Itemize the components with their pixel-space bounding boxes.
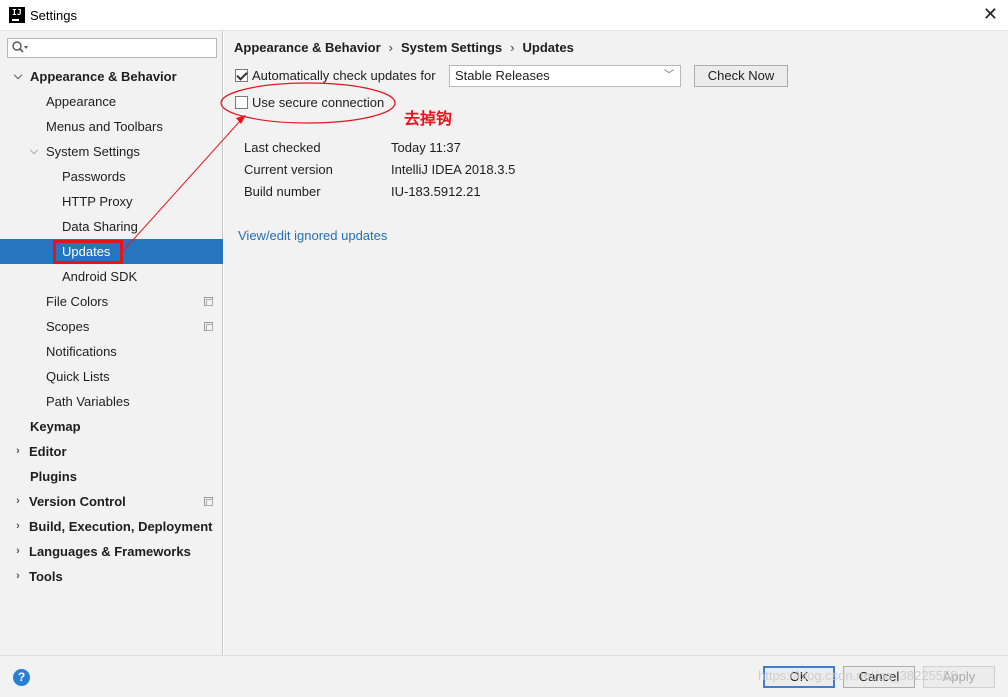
sidebar-item-system-settings[interactable]: ⌵ System Settings (0, 139, 223, 164)
last-checked-label: Last checked (244, 140, 321, 155)
sidebar-item-label: Build, Execution, Deployment (29, 519, 213, 534)
sidebar-item-label: Passwords (62, 169, 126, 184)
sidebar-item-label: Data Sharing (62, 219, 138, 234)
sidebar-item-scopes[interactable]: Scopes (0, 314, 223, 339)
sidebar-item-label: Keymap (30, 419, 81, 434)
sidebar-item-path-variables[interactable]: Path Variables (0, 389, 223, 414)
build-number-label: Build number (244, 184, 321, 199)
sidebar-item-label: Tools (29, 569, 63, 584)
intellij-logo-icon: IJ (9, 7, 25, 23)
chevron-down-icon: ﹀ (664, 70, 674, 81)
sidebar-item-menus-and-toolbars[interactable]: Menus and Toolbars (0, 114, 223, 139)
last-checked-value: Today 11:37 (391, 140, 461, 155)
auto-check-checkbox[interactable] (235, 69, 248, 82)
breadcrumb-item: Updates (522, 40, 574, 55)
auto-check-label: Automatically check updates for (252, 68, 436, 83)
sidebar-item-label: File Colors (46, 294, 109, 309)
project-level-icon (204, 497, 213, 506)
sidebar-item-keymap[interactable]: Keymap (0, 414, 223, 439)
settings-search-input[interactable] (7, 38, 217, 58)
sidebar-item-android-sdk[interactable]: Android SDK (0, 264, 223, 289)
sidebar-item-label: HTTP Proxy (62, 194, 133, 209)
sidebar-item-passwords[interactable]: Passwords (0, 164, 223, 189)
breadcrumb: Appearance & Behavior › System Settings › Up… (234, 40, 574, 55)
sidebar-item-http-proxy[interactable]: HTTP Proxy (0, 189, 223, 214)
annotation-text: 去掉钩 (404, 109, 453, 128)
settings-tree: ⌵ Appearance & Behavior Appearance Menus an… (0, 64, 223, 589)
chevron-down-icon[interactable]: ⌵ (12, 64, 24, 89)
view-ignored-updates-link[interactable]: View/edit ignored updates (238, 228, 387, 243)
sidebar-item-editor[interactable]: › Editor (0, 439, 223, 464)
chevron-down-icon[interactable]: ⌵ (28, 139, 40, 164)
chevron-right-icon[interactable]: › (12, 439, 24, 464)
secure-connection-label: Use secure connection (252, 95, 385, 110)
project-level-icon (204, 297, 213, 306)
current-version-value: IntelliJ IDEA 2018.3.5 (391, 162, 516, 177)
chevron-right-icon[interactable]: › (12, 539, 24, 564)
check-now-button[interactable]: Check Now (694, 65, 788, 87)
sidebar-item-label: Menus and Toolbars (46, 119, 163, 134)
sidebar-item-appearance[interactable]: Appearance (0, 89, 223, 114)
help-icon[interactable]: ? (13, 669, 30, 686)
sidebar-item-label: Quick Lists (46, 369, 110, 384)
chevron-right-icon[interactable]: › (12, 489, 24, 514)
watermark: https://blog.csdn.net/qq_38225558 (758, 668, 958, 683)
breadcrumb-item: System Settings (401, 40, 503, 55)
sidebar-item-label: Plugins (30, 469, 77, 484)
chevron-right-icon[interactable]: › (12, 564, 24, 589)
title-bar: IJ Settings ✕ (0, 0, 1008, 31)
sidebar-item-label: Appearance (46, 94, 117, 109)
sidebar-item-label: Notifications (46, 344, 117, 359)
sidebar-item-label: Version Control (29, 494, 126, 509)
sidebar-item-data-sharing[interactable]: Data Sharing (0, 214, 223, 239)
project-level-icon (204, 322, 213, 331)
chevron-right-icon: › (510, 40, 515, 55)
sidebar-item-build-execution-deployment[interactable]: › Build, Execution, Deployment (0, 514, 223, 539)
sidebar-item-appearance-behavior[interactable]: ⌵ Appearance & Behavior (0, 64, 223, 89)
chevron-right-icon[interactable]: › (12, 514, 24, 539)
sidebar-item-label: Scopes (46, 319, 90, 334)
sidebar-item-version-control[interactable]: › Version Control (0, 489, 223, 514)
sidebar-item-label: Path Variables (46, 394, 130, 409)
sidebar-item-file-colors[interactable]: File Colors (0, 289, 223, 314)
update-channel-select[interactable]: Stable Releases ﹀ (449, 65, 681, 87)
window-title: Settings (30, 8, 77, 23)
sidebar-item-label: Editor (29, 444, 67, 459)
secure-connection-checkbox[interactable] (235, 96, 248, 109)
sidebar-item-label: Android SDK (62, 269, 138, 284)
sidebar-item-label: System Settings (46, 144, 140, 159)
search-icon (12, 41, 28, 53)
current-version-label: Current version (244, 162, 333, 177)
close-icon[interactable]: ✕ (983, 4, 998, 25)
sidebar-item-tools[interactable]: › Tools (0, 564, 223, 589)
build-number-value: IU-183.5912.21 (391, 184, 481, 199)
sidebar-item-plugins[interactable]: Plugins (0, 464, 223, 489)
chevron-right-icon: › (388, 40, 394, 55)
sidebar-item-label: Languages & Frameworks (29, 544, 191, 559)
sidebar-item-languages-frameworks[interactable]: › Languages & Frameworks (0, 539, 223, 564)
sidebar-item-label: Appearance & Behavior (30, 69, 177, 84)
updates-panel: Appearance & Behavior › System Settings › Up… (224, 31, 1008, 655)
settings-sidebar: ⌵ Appearance & Behavior Appearance Menus an… (0, 31, 223, 655)
breadcrumb-item: Appearance & Behavior (234, 40, 381, 55)
sidebar-item-notifications[interactable]: Notifications (0, 339, 223, 364)
update-channel-value: Stable Releases (455, 68, 550, 83)
sidebar-item-quick-lists[interactable]: Quick Lists (0, 364, 223, 389)
updates-highlight-box (53, 240, 123, 264)
